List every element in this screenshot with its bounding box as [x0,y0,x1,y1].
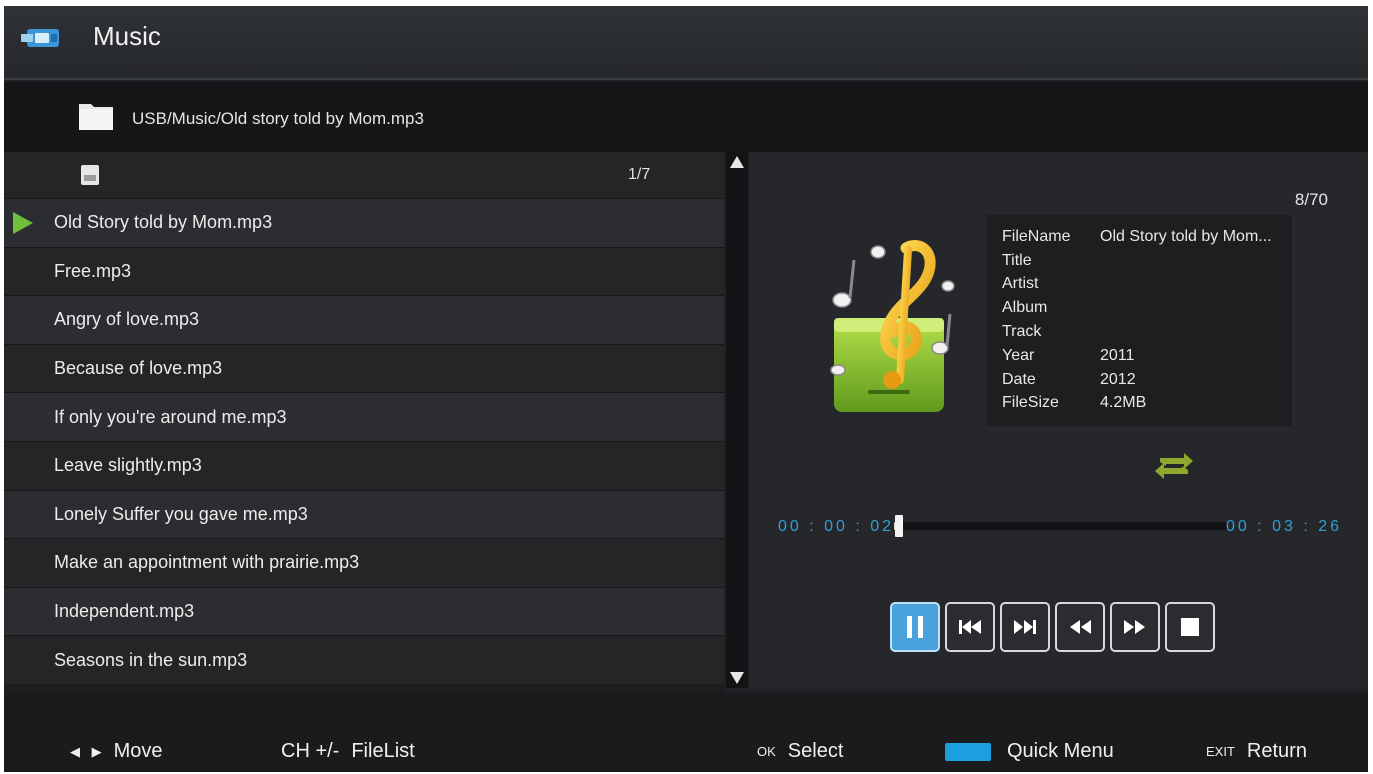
list-scrollbar[interactable] [726,152,748,688]
meta-key: Album [1002,299,1048,317]
list-item-label: Independent.mp3 [54,601,195,622]
page-title: Music [93,21,161,51]
meta-key: Date [1002,370,1036,388]
stop-button[interactable] [1165,602,1215,652]
hint-filelist-key: CH +/- [281,740,340,762]
stop-icon [1181,618,1199,636]
music-file-icon [81,165,99,185]
meta-row-year: Year 2011 [1002,344,1292,368]
meta-value: 2011 [1100,346,1135,364]
next-track-button[interactable] [1000,602,1050,652]
playback-controls [890,602,1215,652]
list-item-label: If only you're around me.mp3 [54,406,287,427]
meta-row-artist: Artist [1002,273,1292,297]
list-item[interactable]: Free.mp3 [4,246,724,296]
rewind-icon [1070,620,1091,634]
list-item[interactable]: Because of love.mp3 [4,343,724,393]
header-bar: Music [4,6,1368,80]
hint-quick-menu-label: Quick Menu [1007,740,1114,762]
track-info-panel: 8/70 FileName Old Story told by Mom... T… [750,152,1368,688]
fast-forward-button[interactable] [1110,602,1160,652]
hint-exit-key: EXIT [1206,744,1235,759]
list-item[interactable]: If only you're around me.mp3 [4,392,724,441]
file-list-header: 1/7 [4,152,724,198]
hint-return-label: Return [1246,740,1307,762]
hint-filelist-label: FileList [351,740,415,762]
list-item-label: Seasons in the sun.mp3 [54,649,248,670]
meta-key: Track [1002,323,1042,341]
hint-select: OK Select [757,740,843,763]
next-track-icon [1014,620,1036,634]
rewind-button[interactable] [1055,602,1105,652]
scroll-up-arrow-icon[interactable] [729,154,745,170]
blue-key-icon [945,742,991,761]
list-item[interactable]: Angry of love.mp3 [4,295,724,344]
meta-key: Artist [1002,275,1039,293]
list-item[interactable]: Old Story told by Mom.mp3 [4,198,724,247]
meta-row-album: Album [1002,296,1292,320]
list-item[interactable]: Lonely Suffer you gave me.mp3 [4,489,724,539]
meta-row-track: Track [1002,320,1292,344]
fast-forward-icon [1124,620,1145,634]
usb-media-icon [21,29,59,47]
music-note-art-icon [830,240,955,412]
meta-value: 4.2MB [1100,394,1147,412]
hint-select-label: Select [787,740,844,762]
list-item-label: Old Story told by Mom.mp3 [54,212,273,233]
current-path: USB/Music/Old story told by Mom.mp3 [132,109,424,128]
previous-track-icon [959,620,981,634]
meta-row-filesize: FileSize 4.2MB [1002,392,1292,416]
folder-icon [79,104,113,130]
music-player-screen: Music USB/Music/Old story told by Mom.mp… [4,6,1368,772]
hint-filelist: CH +/- FileList [281,740,415,763]
list-item[interactable]: Independent.mp3 [4,586,724,636]
hint-select-key: OK [757,744,776,759]
total-time: 00 : 03 : 26 [1225,518,1342,535]
file-index: 8/70 [1294,190,1328,209]
metadata-box: FileName Old Story told by Mom... Title A… [986,215,1292,426]
meta-row-filename: FileName Old Story told by Mom... [1002,225,1292,249]
list-item[interactable]: Leave slightly.mp3 [4,440,724,490]
meta-row-date: Date 2012 [1002,368,1292,392]
meta-key: Title [1002,251,1032,269]
list-item-label: Angry of love.mp3 [54,309,200,330]
list-item[interactable]: Seasons in the sun.mp3 [4,635,724,684]
meta-key: FileSize [1002,394,1059,412]
seek-bar[interactable] [894,515,1228,537]
pause-button[interactable] [890,602,940,652]
page-counter: 1/7 [628,166,651,183]
hint-move: ◀ ▶ Move [70,740,163,763]
list-item-label: Lonely Suffer you gave me.mp3 [54,503,308,524]
list-item[interactable]: Make an appointment with prairie.mp3 [4,538,724,587]
meta-value: Old Story told by Mom... [1100,227,1272,245]
pause-icon [907,616,923,638]
left-right-arrows-icon: ◀ ▶ [70,743,106,759]
list-item-label: Leave slightly.mp3 [54,455,202,476]
file-list: Old Story told by Mom.mp3 Free.mp3 Angry… [4,198,724,684]
list-item-label: Because of love.mp3 [54,358,223,379]
hint-return: EXIT Return [1206,740,1307,763]
scroll-down-arrow-icon[interactable] [729,670,745,686]
play-indicator-icon [13,212,33,234]
repeat-icon[interactable] [1150,448,1198,484]
footer-hint-bar: ◀ ▶ Move CH +/- FileList OK Select Quick… [4,692,1368,772]
hint-move-label: Move [113,740,163,762]
previous-track-button[interactable] [945,602,995,652]
meta-key: Year [1002,346,1035,364]
meta-key: FileName [1002,227,1071,245]
meta-row-title: Title [1002,249,1292,273]
file-list-panel: 1/7 Old Story told by Mom.mp3 Free.mp3 A… [4,152,724,692]
hint-quick-menu: Quick Menu [945,740,1114,763]
current-time: 00 : 00 : 02 [778,518,895,535]
list-item-label: Free.mp3 [54,260,132,281]
list-item-label: Make an appointment with prairie.mp3 [54,552,360,573]
path-bar: USB/Music/Old story told by Mom.mp3 [4,82,1368,152]
meta-value: 2012 [1100,370,1136,388]
seek-handle[interactable] [895,515,904,537]
